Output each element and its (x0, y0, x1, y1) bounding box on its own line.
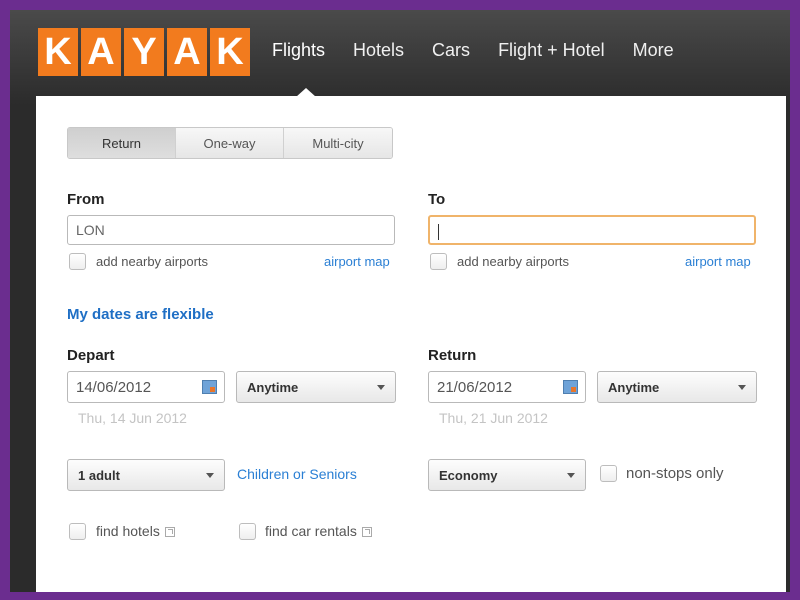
depart-date-hint: Thu, 14 Jun 2012 (78, 410, 187, 426)
passengers-select[interactable]: 1 adult (67, 459, 225, 491)
depart-time-select[interactable]: Anytime (236, 371, 396, 403)
flight-search-panel: Return One-way Multi-city From LON add n… (36, 96, 786, 592)
depart-time-value: Anytime (247, 380, 299, 395)
find-hotels-label: find hotels (96, 523, 175, 539)
from-input[interactable]: LON (67, 215, 395, 245)
find-hotels-text: find hotels (96, 523, 160, 539)
nonstop-label: non-stops only (626, 465, 724, 482)
return-time-value: Anytime (608, 380, 660, 395)
cabin-class-value: Economy (439, 468, 498, 483)
kayak-logo[interactable]: K A Y A K (38, 28, 250, 76)
browser-frame: K A Y A K Flights Hotels Cars Flight + H… (10, 10, 790, 592)
nav-more[interactable]: More (633, 40, 674, 61)
calendar-icon[interactable] (563, 380, 578, 394)
from-nearby-label: add nearby airports (96, 254, 209, 269)
passengers-value: 1 adult (78, 468, 120, 483)
to-input[interactable] (428, 215, 756, 245)
trip-multi-city-button[interactable]: Multi-city (284, 128, 392, 158)
external-link-icon (164, 527, 175, 538)
to-nearby-checkbox[interactable] (430, 253, 447, 270)
from-label: From (67, 191, 105, 208)
logo-letter: A (167, 28, 207, 76)
from-nearby-checkbox[interactable] (69, 253, 86, 270)
to-nearby-label: add nearby airports (457, 254, 570, 269)
main-nav: Flights Hotels Cars Flight + Hotel More (272, 40, 674, 61)
text-caret (438, 224, 439, 241)
nav-hotels[interactable]: Hotels (353, 40, 404, 61)
return-label: Return (428, 347, 477, 364)
nav-flights[interactable]: Flights (272, 40, 325, 61)
flexible-dates-link[interactable]: My dates are flexible (67, 306, 214, 323)
find-car-rentals-label: find car rentals (265, 523, 372, 539)
find-car-rentals-checkbox[interactable] (239, 523, 256, 540)
trip-return-button[interactable]: Return (68, 128, 176, 158)
return-date-input[interactable]: 21/06/2012 (428, 371, 586, 403)
depart-date-input[interactable]: 14/06/2012 (67, 371, 225, 403)
find-hotels-checkbox[interactable] (69, 523, 86, 540)
from-airport-map-link[interactable]: airport map (324, 254, 390, 269)
to-label: To (428, 191, 446, 208)
chevron-down-icon (206, 473, 214, 478)
calendar-icon[interactable] (202, 380, 217, 394)
return-date-value: 21/06/2012 (437, 379, 513, 396)
trip-type-toggle: Return One-way Multi-city (67, 127, 393, 159)
nav-cars[interactable]: Cars (432, 40, 470, 61)
trip-one-way-button[interactable]: One-way (176, 128, 284, 158)
nonstop-checkbox[interactable] (600, 465, 617, 482)
logo-letter: K (38, 28, 78, 76)
chevron-down-icon (567, 473, 575, 478)
return-time-select[interactable]: Anytime (597, 371, 757, 403)
chevron-down-icon (377, 385, 385, 390)
depart-label: Depart (67, 347, 115, 364)
logo-letter: A (81, 28, 121, 76)
chevron-down-icon (738, 385, 746, 390)
logo-letter: K (210, 28, 250, 76)
to-airport-map-link[interactable]: airport map (685, 254, 751, 269)
nav-flight-hotel[interactable]: Flight + Hotel (498, 40, 605, 61)
children-seniors-link[interactable]: Children or Seniors (237, 466, 357, 482)
cabin-class-select[interactable]: Economy (428, 459, 586, 491)
depart-date-value: 14/06/2012 (76, 379, 152, 396)
external-link-icon (361, 527, 372, 538)
return-date-hint: Thu, 21 Jun 2012 (439, 410, 548, 426)
logo-letter: Y (124, 28, 164, 76)
find-car-rentals-text: find car rentals (265, 523, 357, 539)
